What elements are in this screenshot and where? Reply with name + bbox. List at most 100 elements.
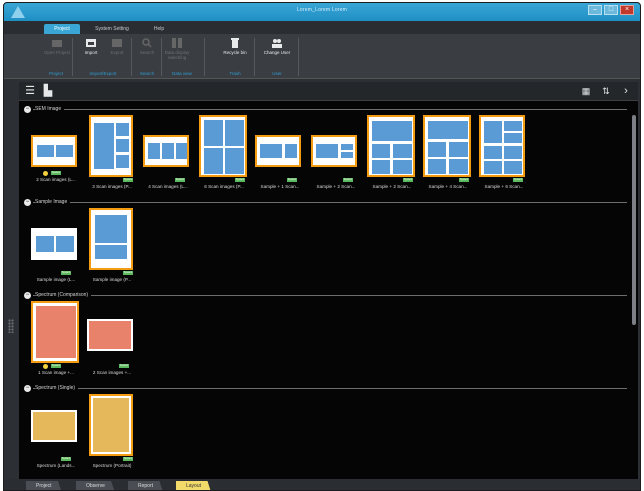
template-tile[interactable]: System 6 Scan images (P...: [195, 115, 251, 195]
window-title: Lorem_Lorem Lorem: [296, 7, 348, 13]
template-thumbnail: [143, 135, 189, 167]
system-tag: System: [61, 457, 71, 461]
search-icon: [142, 38, 152, 48]
system-tag: System: [123, 271, 133, 275]
search-label: Search: [139, 50, 155, 55]
view-options-icon[interactable]: ▦: [579, 84, 593, 98]
template-tile[interactable]: System Sample + 1 Scan...: [251, 115, 307, 195]
ribbon-tab-bar: Project System Setting Help: [4, 21, 640, 34]
template-thumbnail: [87, 319, 133, 351]
tab-help[interactable]: Help: [144, 24, 174, 34]
ribbon: Open Project Import Export Search Data d…: [4, 34, 640, 79]
system-tag: System: [235, 178, 245, 182]
collapsed-side-panel: [4, 79, 19, 479]
menu-icon[interactable]: ☰: [23, 84, 37, 98]
app-window: Lorem_Lorem Lorem – □ × Project System S…: [3, 2, 641, 491]
template-tile[interactable]: System Sample + 2 Scan...: [363, 115, 419, 195]
template-thumbnail: [31, 135, 77, 167]
template-tile[interactable]: System Spectrum (Lands...: [27, 394, 83, 474]
collapse-icon[interactable]: −: [24, 385, 31, 392]
template-label: Sample + 2 Scan...: [372, 184, 412, 189]
section-title: Sample Image: [35, 199, 71, 206]
template-tile[interactable]: System Sample image (L...: [27, 208, 83, 288]
group-label-search: Search: [139, 71, 155, 76]
change-user-label: Change User: [263, 50, 291, 55]
section-title: Spectrum (Single): [35, 385, 79, 392]
template-tile[interactable]: System 2 Scan images (L...: [27, 115, 83, 195]
chevron-right-icon[interactable]: ›: [619, 84, 633, 98]
data-display-label: Data display switching: [164, 50, 190, 60]
template-tile[interactable]: System Spectrum (Portrait): [83, 394, 139, 474]
export-button[interactable]: Export: [102, 37, 132, 67]
collapse-icon[interactable]: −: [24, 199, 31, 206]
template-label: 3 Scan images (P...: [92, 184, 132, 189]
vertical-scrollbar[interactable]: [631, 103, 637, 477]
tab-project-bottom[interactable]: Project: [26, 481, 62, 490]
group-label-user: User: [272, 71, 282, 76]
tab-layout[interactable]: Layout: [176, 481, 212, 490]
ribbon-divider: [72, 38, 73, 76]
close-button[interactable]: ×: [620, 5, 634, 15]
system-tag: System: [51, 171, 61, 175]
template-thumbnail: [199, 115, 247, 177]
change-user-button[interactable]: Change User: [262, 37, 292, 67]
template-thumbnail: [89, 115, 133, 177]
tab-report[interactable]: Report: [128, 481, 164, 490]
system-tag: System: [287, 178, 297, 182]
open-project-button[interactable]: Open Project: [42, 37, 72, 67]
section-header[interactable]: − Sample Image: [21, 198, 627, 207]
system-tag: System: [61, 271, 71, 275]
data-display-switching-button[interactable]: Data display switching: [162, 37, 192, 67]
import-icon: [86, 39, 96, 47]
tab-observe[interactable]: Observe: [76, 481, 115, 490]
section-header[interactable]: − SEM Image: [21, 105, 627, 114]
template-label: Sample + 1 Scan...: [260, 184, 300, 189]
template-tile[interactable]: System Sample + 4 Scan...: [419, 115, 475, 195]
tab-system-setting[interactable]: System Setting: [84, 24, 140, 34]
template-label: 2 Scan images +...: [92, 370, 132, 375]
collapse-icon[interactable]: −: [24, 292, 31, 299]
sort-icon[interactable]: ⇅: [599, 84, 613, 98]
system-tag: System: [123, 457, 133, 461]
section-divider: [33, 202, 627, 203]
scrollbar-thumb[interactable]: [632, 115, 636, 325]
tab-project[interactable]: Project: [44, 24, 80, 34]
collapse-icon[interactable]: −: [24, 106, 31, 113]
open-project-label: Open Project: [43, 50, 71, 55]
maximize-button[interactable]: □: [604, 5, 618, 15]
template-tile[interactable]: System 3 Scan images (P...: [83, 115, 139, 195]
system-tag: System: [403, 178, 413, 182]
panel-resize-handle[interactable]: [8, 319, 14, 333]
section-divider: [33, 388, 627, 389]
template-label: Spectrum (Lands...: [36, 463, 76, 468]
template-tile[interactable]: System 4 Scan images (L...: [139, 115, 195, 195]
document-icon[interactable]: ▙: [41, 84, 55, 98]
template-tile[interactable]: System Sample image (P...: [83, 208, 139, 288]
template-tile[interactable]: System 1 Scan image +...: [27, 301, 83, 381]
template-tile[interactable]: System 2 Scan images +...: [83, 301, 139, 381]
export-icon: [112, 39, 122, 47]
status-dot: [43, 171, 48, 176]
template-thumbnail: [89, 208, 133, 270]
ribbon-divider: [298, 38, 299, 76]
system-tag: System: [343, 178, 353, 182]
layout-toolbar: ☰ ▙ ▦ ⇅ ›: [19, 82, 638, 101]
ribbon-divider: [254, 38, 255, 76]
template-thumbnail: [367, 115, 415, 177]
recycle-bin-button[interactable]: Recycle bin: [220, 37, 250, 67]
workflow-tab-bar: Project Observe Report Layout: [4, 479, 640, 490]
template-tile[interactable]: System Sample + 6 Scan...: [475, 115, 531, 195]
template-label: 6 Scan images (P...: [204, 184, 244, 189]
minimize-button[interactable]: –: [588, 5, 602, 15]
trash-icon: [231, 38, 239, 48]
template-thumbnail: [31, 410, 77, 442]
template-thumbnail: [479, 115, 525, 177]
section-header[interactable]: − Spectrum (Comparison): [21, 291, 627, 300]
group-label-data-view: Data view: [172, 71, 192, 76]
template-label: Sample + 2 Scan...: [316, 184, 356, 189]
template-tile[interactable]: System Sample + 2 Scan...: [307, 115, 363, 195]
section-header[interactable]: − Spectrum (Single): [21, 384, 627, 393]
recycle-bin-label: Recycle bin: [223, 50, 247, 55]
search-button[interactable]: Search: [132, 37, 162, 67]
system-tag: System: [123, 178, 133, 182]
